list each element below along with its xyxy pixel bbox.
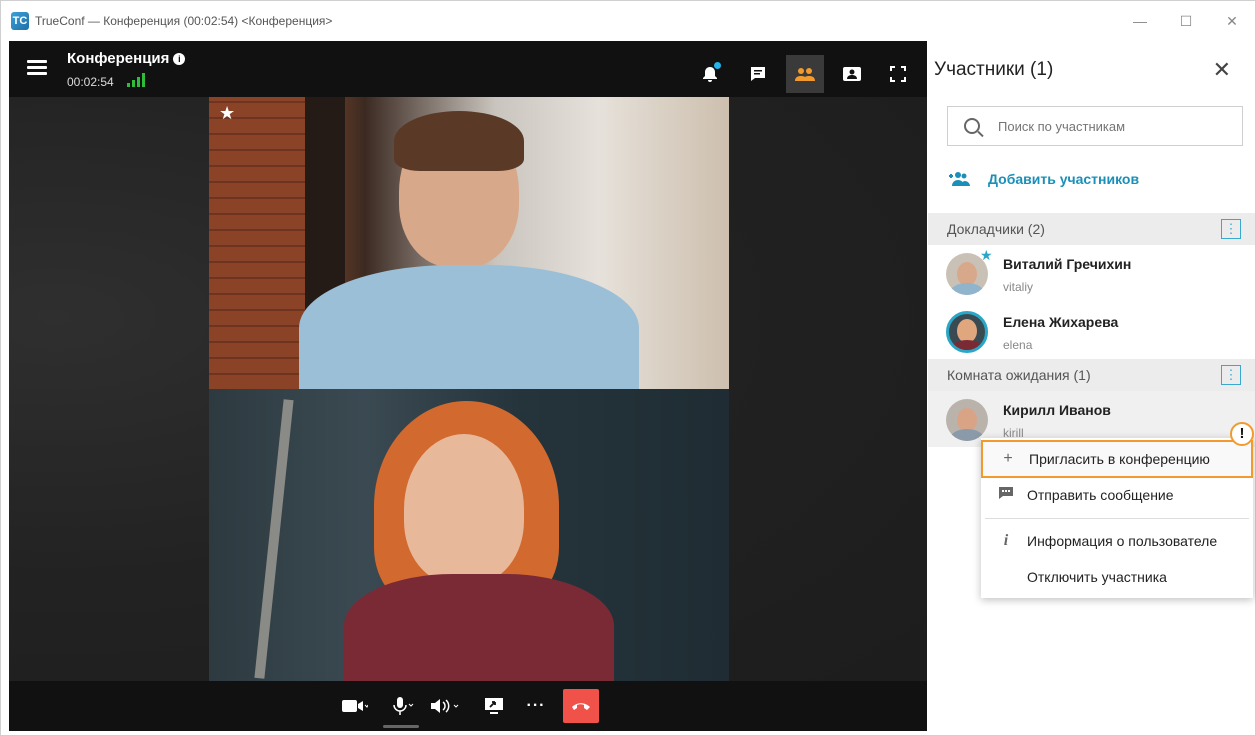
microphone-icon[interactable] — [387, 689, 419, 723]
hangup-icon — [572, 703, 590, 710]
avatar-elena — [946, 311, 988, 353]
speaker-icon[interactable] — [427, 689, 463, 723]
video-stage: Конференция i 00:02:54 ★ ··· — [9, 41, 927, 731]
participants-icon[interactable] — [786, 55, 824, 93]
easel — [254, 399, 294, 679]
section-speakers-label: Докладчики (2) — [947, 221, 1045, 237]
section-waiting-label: Комната ожидания (1) — [947, 367, 1091, 383]
menu-item-user-info[interactable]: i Информация о пользователе — [981, 522, 1253, 560]
add-user-icon — [948, 171, 970, 187]
info-icon[interactable]: i — [173, 53, 186, 65]
hangup-button[interactable] — [563, 689, 599, 723]
plus-icon: + — [1003, 450, 1013, 467]
menu-item-invite[interactable]: + Пригласить в конференцию — [981, 440, 1253, 478]
trueconf-logo-icon: TC — [11, 12, 29, 30]
participant-name: Елена Жихарева — [1003, 314, 1119, 330]
title-bar: TC TrueConf — Конференция (00:02:54) <Ко… — [1, 1, 1255, 41]
add-participants-label: Добавить участников — [988, 171, 1140, 187]
camera-icon[interactable] — [339, 689, 371, 723]
conference-title: Конференция i — [67, 50, 186, 67]
menu-separator — [985, 518, 1249, 519]
chat-icon — [997, 486, 1015, 505]
menu-item-user-info-label: Информация о пользователе — [1027, 533, 1218, 549]
search-input[interactable] — [998, 118, 1218, 134]
fullscreen-icon[interactable] — [879, 55, 917, 93]
close-panel-button[interactable]: ✕ — [1213, 57, 1231, 83]
man-shirt — [299, 265, 639, 389]
participant-name: Кирилл Иванов — [1003, 402, 1111, 418]
share-screen-icon[interactable] — [479, 689, 509, 723]
menu-item-send-message[interactable]: Отправить сообщение — [981, 476, 1253, 514]
participant-row-vitaliy[interactable]: ★ Виталий Гречихин vitaliy — [928, 245, 1255, 301]
conference-title-text: Конференция — [67, 50, 170, 67]
chat-icon[interactable] — [739, 55, 777, 93]
conference-timer: 00:02:54 — [67, 75, 114, 89]
panel-title: Участники (1) — [934, 59, 1054, 80]
man-hair — [394, 111, 524, 171]
owner-star-icon: ★ — [980, 247, 993, 263]
section-speakers: Докладчики (2) ⋮ — [928, 213, 1255, 245]
signal-strength-icon — [127, 73, 145, 87]
maximize-button[interactable]: ☐ — [1163, 1, 1209, 41]
section-waiting-room: Комната ожидания (1) ⋮ — [928, 359, 1255, 391]
minimize-button[interactable]: — — [1117, 1, 1163, 41]
participant-video-elena[interactable] — [209, 389, 729, 681]
window-controls: — ☐ ✕ — [1117, 1, 1255, 41]
participant-video-vitaliy[interactable]: ★ — [209, 97, 729, 389]
menu-item-invite-label: Пригласить в конференцию — [1029, 451, 1210, 467]
info-icon: i — [1003, 532, 1009, 549]
participants-panel: Участники (1) ✕ Добавить участников Докл… — [928, 41, 1255, 731]
menu-item-send-message-label: Отправить сообщение — [1027, 487, 1174, 503]
menu-item-disconnect[interactable]: Отключить участника — [981, 558, 1253, 596]
window-title: TrueConf — Конференция (00:02:54) <Конфе… — [35, 14, 333, 28]
participant-name: Виталий Гречихин — [1003, 256, 1132, 272]
layout-icon[interactable] — [833, 55, 871, 93]
notification-dot — [714, 62, 721, 69]
active-indicator — [383, 725, 419, 728]
close-window-button[interactable]: ✕ — [1209, 1, 1255, 41]
call-controls-bar: ··· — [9, 681, 927, 731]
section-waiting-more-icon[interactable]: ⋮ — [1221, 365, 1241, 385]
owner-star-icon: ★ — [219, 103, 236, 123]
app-window: TC TrueConf — Конференция (00:02:54) <Ко… — [0, 0, 1256, 736]
avatar-kirill — [946, 399, 988, 441]
hamburger-menu-icon[interactable] — [27, 60, 47, 76]
menu-item-disconnect-label: Отключить участника — [1027, 569, 1167, 585]
bell-icon[interactable] — [691, 55, 729, 93]
participant-login: vitaliy — [1003, 280, 1034, 294]
more-icon[interactable]: ··· — [521, 689, 551, 723]
conference-top-bar: Конференция i 00:02:54 — [9, 41, 927, 97]
participant-row-elena[interactable]: Елена Жихарева elena — [928, 303, 1255, 359]
add-participants-button[interactable]: Добавить участников — [948, 171, 1139, 187]
warning-icon: ! — [1230, 422, 1254, 446]
search-field[interactable] — [947, 106, 1243, 146]
participant-login: elena — [1003, 338, 1033, 352]
search-icon — [964, 118, 980, 134]
participant-context-menu: + Пригласить в конференцию Отправить соо… — [981, 438, 1253, 598]
section-speakers-more-icon[interactable]: ⋮ — [1221, 219, 1241, 239]
woman-face — [404, 434, 524, 584]
woman-sweater — [344, 574, 614, 681]
